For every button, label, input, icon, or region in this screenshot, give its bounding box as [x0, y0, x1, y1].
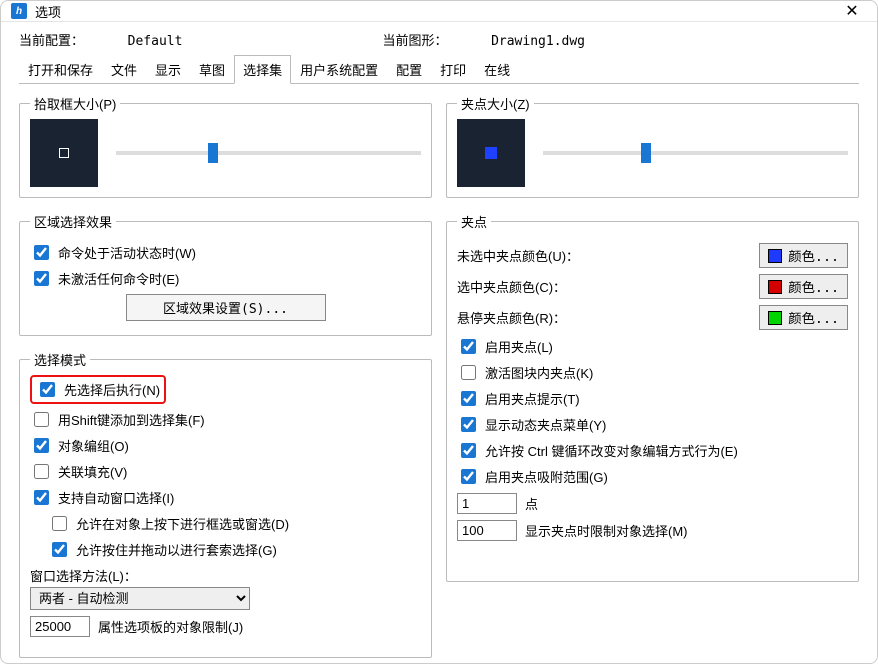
chk-grip-snap[interactable]: [461, 469, 476, 484]
region-legend: 区域选择效果: [30, 212, 116, 231]
tab-file[interactable]: 文件: [102, 55, 146, 84]
chk-press-drag[interactable]: [52, 516, 67, 531]
current-config-value: Default: [128, 34, 183, 49]
grip-limit-input[interactable]: [457, 520, 517, 541]
snap-value-input[interactable]: [457, 493, 517, 514]
prop-limit-input[interactable]: [30, 616, 90, 637]
tab-draft[interactable]: 草图: [190, 55, 234, 84]
pickbox-slider[interactable]: [116, 151, 421, 155]
swatch-selected: [768, 280, 782, 294]
prop-limit-label: 属性选项板的对象限制(J): [98, 617, 243, 636]
chk-lasso[interactable]: [52, 542, 67, 557]
tab-selection[interactable]: 选择集: [234, 55, 291, 84]
gripsize-slider[interactable]: [543, 151, 848, 155]
window-method-select[interactable]: 两者 - 自动检测: [30, 587, 250, 610]
titlebar: h 选项 ✕: [1, 1, 877, 22]
select-mode-group: 选择模式 先选择后执行(N) 用Shift键添加到选择集(F) 对象编组(O) …: [19, 350, 432, 658]
sel-color-label: 选中夹点颜色(C)：: [457, 277, 751, 296]
sel-color-button[interactable]: 颜色...: [759, 274, 848, 299]
tab-online[interactable]: 在线: [475, 55, 519, 84]
close-icon[interactable]: ✕: [837, 1, 867, 21]
hover-color-label: 悬停夹点颜色(R)：: [457, 308, 751, 327]
config-row: 当前配置： Default 当前图形： Drawing1.dwg: [1, 22, 877, 49]
swatch-unselected: [768, 249, 782, 263]
chk-assoc-hatch[interactable]: [34, 464, 49, 479]
unsel-color-label: 未选中夹点颜色(U)：: [457, 246, 751, 265]
swatch-hover: [768, 311, 782, 325]
tab-user-prefs[interactable]: 用户系统配置: [291, 55, 387, 84]
pickbox-preview: [30, 119, 98, 187]
highlight-box: 先选择后执行(N): [30, 375, 166, 404]
chk-shift-add[interactable]: [34, 412, 49, 427]
chk-no-cmd[interactable]: [34, 271, 49, 286]
grips-legend: 夹点: [457, 212, 491, 231]
chk-noun-verb[interactable]: [40, 382, 55, 397]
current-drawing-label: 当前图形：: [382, 33, 447, 48]
chk-object-group[interactable]: [34, 438, 49, 453]
chk-cmd-active[interactable]: [34, 245, 49, 260]
options-dialog: h 选项 ✕ 当前配置： Default 当前图形： Drawing1.dwg …: [0, 0, 878, 664]
window-title: 选项: [35, 2, 837, 21]
gripsize-group: 夹点大小(Z): [446, 94, 859, 198]
current-config-label: 当前配置：: [19, 33, 84, 48]
gripsize-legend: 夹点大小(Z): [457, 94, 534, 113]
chk-grip-tips[interactable]: [461, 391, 476, 406]
grips-group: 夹点 未选中夹点颜色(U)： 颜色... 选中夹点颜色(C)： 颜色... 悬停…: [446, 212, 859, 582]
region-group: 区域选择效果 命令处于活动状态时(W) 未激活任何命令时(E) 区域效果设置(S…: [19, 212, 432, 336]
grip-limit-label: 显示夹点时限制对象选择(M): [525, 521, 688, 540]
tabstrip: 打开和保存 文件 显示 草图 选择集 用户系统配置 配置 打印 在线: [1, 49, 877, 84]
tab-profile[interactable]: 配置: [387, 55, 431, 84]
chk-auto-window[interactable]: [34, 490, 49, 505]
tab-open-save[interactable]: 打开和保存: [19, 55, 102, 84]
snap-suffix: 点: [525, 494, 538, 513]
window-method-label: 窗口选择方法(L)：: [30, 566, 421, 585]
current-drawing-value: Drawing1.dwg: [491, 34, 585, 49]
app-icon: h: [11, 3, 27, 19]
chk-dyn-menu[interactable]: [461, 417, 476, 432]
pickbox-legend: 拾取框大小(P): [30, 94, 120, 113]
gripsize-preview: [457, 119, 525, 187]
region-settings-button[interactable]: 区域效果设置(S)...: [126, 294, 326, 321]
tab-display[interactable]: 显示: [146, 55, 190, 84]
pickbox-group: 拾取框大小(P): [19, 94, 432, 198]
chk-ctrl-cycle[interactable]: [461, 443, 476, 458]
unsel-color-button[interactable]: 颜色...: [759, 243, 848, 268]
chk-enable-grips[interactable]: [461, 339, 476, 354]
hover-color-button[interactable]: 颜色...: [759, 305, 848, 330]
tab-print[interactable]: 打印: [431, 55, 475, 84]
chk-block-grips[interactable]: [461, 365, 476, 380]
select-mode-legend: 选择模式: [30, 350, 90, 369]
